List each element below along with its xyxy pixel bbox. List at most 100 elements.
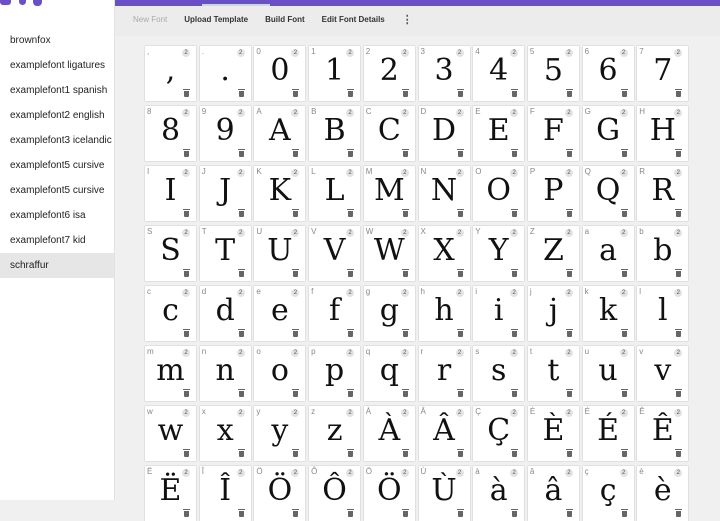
font-list-item[interactable]: examplefont ligatures <box>0 53 114 78</box>
glyph-cell[interactable]: b2b <box>637 226 689 281</box>
font-list-item[interactable]: examplefont2 english <box>0 103 114 128</box>
trash-icon[interactable] <box>620 389 628 397</box>
trash-icon[interactable] <box>292 269 300 277</box>
trash-icon[interactable] <box>292 389 300 397</box>
new-font-button[interactable]: New Font <box>133 15 167 24</box>
trash-icon[interactable] <box>565 149 573 157</box>
trash-icon[interactable] <box>237 89 245 97</box>
glyph-cell[interactable]: f2f <box>309 286 361 341</box>
glyph-cell[interactable]: ç2ç <box>582 466 634 521</box>
glyph-cell[interactable]: K2K <box>254 166 306 221</box>
trash-icon[interactable] <box>456 89 464 97</box>
glyph-cell[interactable]: Ô2Ô <box>309 466 361 521</box>
trash-icon[interactable] <box>565 329 573 337</box>
glyph-cell[interactable]: Ç2Ç <box>473 406 525 461</box>
glyph-cell[interactable]: u2u <box>582 346 634 401</box>
glyph-cell[interactable]: G2G <box>582 106 634 161</box>
trash-icon[interactable] <box>183 149 190 157</box>
glyph-cell[interactable]: q2q <box>363 346 415 401</box>
trash-icon[interactable] <box>237 329 245 337</box>
glyph-cell[interactable]: 929 <box>199 106 251 161</box>
trash-icon[interactable] <box>347 329 355 337</box>
trash-icon[interactable] <box>565 509 573 517</box>
glyph-cell[interactable]: U2U <box>254 226 306 281</box>
trash-icon[interactable] <box>675 209 683 217</box>
trash-icon[interactable] <box>620 149 628 157</box>
glyph-cell[interactable]: Ù2Ù <box>418 466 470 521</box>
glyph-cell[interactable]: É2É <box>582 406 634 461</box>
trash-icon[interactable] <box>511 389 519 397</box>
trash-icon[interactable] <box>565 89 573 97</box>
glyph-cell[interactable]: È2È <box>527 406 579 461</box>
trash-icon[interactable] <box>511 509 519 517</box>
glyph-cell[interactable]: I2I <box>145 166 196 221</box>
trash-icon[interactable] <box>456 329 464 337</box>
trash-icon[interactable] <box>511 449 519 457</box>
font-list-item[interactable]: examplefont3 icelandic <box>0 128 114 153</box>
trash-icon[interactable] <box>183 269 190 277</box>
glyph-cell[interactable]: j2j <box>527 286 579 341</box>
glyph-cell[interactable]: R2R <box>637 166 689 221</box>
trash-icon[interactable] <box>675 449 683 457</box>
trash-icon[interactable] <box>456 269 464 277</box>
trash-icon[interactable] <box>401 509 409 517</box>
trash-icon[interactable] <box>620 509 628 517</box>
glyph-cell[interactable]: P2P <box>527 166 579 221</box>
trash-icon[interactable] <box>675 329 683 337</box>
glyph-cell[interactable]: 020 <box>254 46 306 101</box>
trash-icon[interactable] <box>565 269 573 277</box>
trash-icon[interactable] <box>511 89 519 97</box>
glyph-cell[interactable]: 323 <box>418 46 470 101</box>
glyph-cell[interactable]: B2B <box>309 106 361 161</box>
glyph-cell[interactable]: ,2, <box>145 46 196 101</box>
glyph-cell[interactable]: V2V <box>309 226 361 281</box>
trash-icon[interactable] <box>401 449 409 457</box>
glyph-cell[interactable]: 626 <box>582 46 634 101</box>
upload-template-button[interactable]: Upload Template <box>184 15 248 24</box>
font-list-item[interactable]: examplefont6 isa <box>0 203 114 228</box>
trash-icon[interactable] <box>456 449 464 457</box>
glyph-cell[interactable]: s2s <box>473 346 525 401</box>
trash-icon[interactable] <box>511 149 519 157</box>
glyph-cell[interactable]: T2T <box>199 226 251 281</box>
glyph-cell[interactable]: c2c <box>145 286 196 341</box>
glyph-cell[interactable]: a2a <box>582 226 634 281</box>
build-font-button[interactable]: Build Font <box>265 15 305 24</box>
trash-icon[interactable] <box>183 89 190 97</box>
font-list-item[interactable]: schraffur <box>0 253 114 278</box>
trash-icon[interactable] <box>456 149 464 157</box>
glyph-cell[interactable]: à2à <box>473 466 525 521</box>
trash-icon[interactable] <box>347 509 355 517</box>
trash-icon[interactable] <box>675 149 683 157</box>
glyph-cell[interactable]: d2d <box>199 286 251 341</box>
trash-icon[interactable] <box>401 269 409 277</box>
glyph-cell[interactable]: r2r <box>418 346 470 401</box>
trash-icon[interactable] <box>565 449 573 457</box>
trash-icon[interactable] <box>237 509 245 517</box>
trash-icon[interactable] <box>456 209 464 217</box>
trash-icon[interactable] <box>183 389 190 397</box>
trash-icon[interactable] <box>347 209 355 217</box>
glyph-cell[interactable]: F2F <box>527 106 579 161</box>
trash-icon[interactable] <box>347 149 355 157</box>
glyph-cell[interactable]: Î2Î <box>199 466 251 521</box>
more-vertical-icon[interactable]: ⋮ <box>402 13 413 26</box>
glyph-cell[interactable]: N2N <box>418 166 470 221</box>
trash-icon[interactable] <box>620 89 628 97</box>
edit-font-details-button[interactable]: Edit Font Details <box>322 15 385 24</box>
glyph-cell[interactable]: W2W <box>363 226 415 281</box>
glyph-cell[interactable]: è2è <box>637 466 689 521</box>
font-list-item[interactable]: examplefont7 kid <box>0 228 114 253</box>
glyph-cell[interactable]: l2l <box>637 286 689 341</box>
trash-icon[interactable] <box>292 209 300 217</box>
trash-icon[interactable] <box>401 329 409 337</box>
glyph-cell[interactable]: A2A <box>254 106 306 161</box>
glyph-cell[interactable]: t2t <box>527 346 579 401</box>
font-list-item[interactable]: examplefont5 cursive <box>0 178 114 203</box>
glyph-cell[interactable]: Â2Â <box>418 406 470 461</box>
trash-icon[interactable] <box>511 209 519 217</box>
glyph-cell[interactable]: Ö2Ö <box>254 466 306 521</box>
glyph-cell[interactable]: M2M <box>363 166 415 221</box>
glyph-cell[interactable]: i2i <box>473 286 525 341</box>
trash-icon[interactable] <box>292 509 300 517</box>
